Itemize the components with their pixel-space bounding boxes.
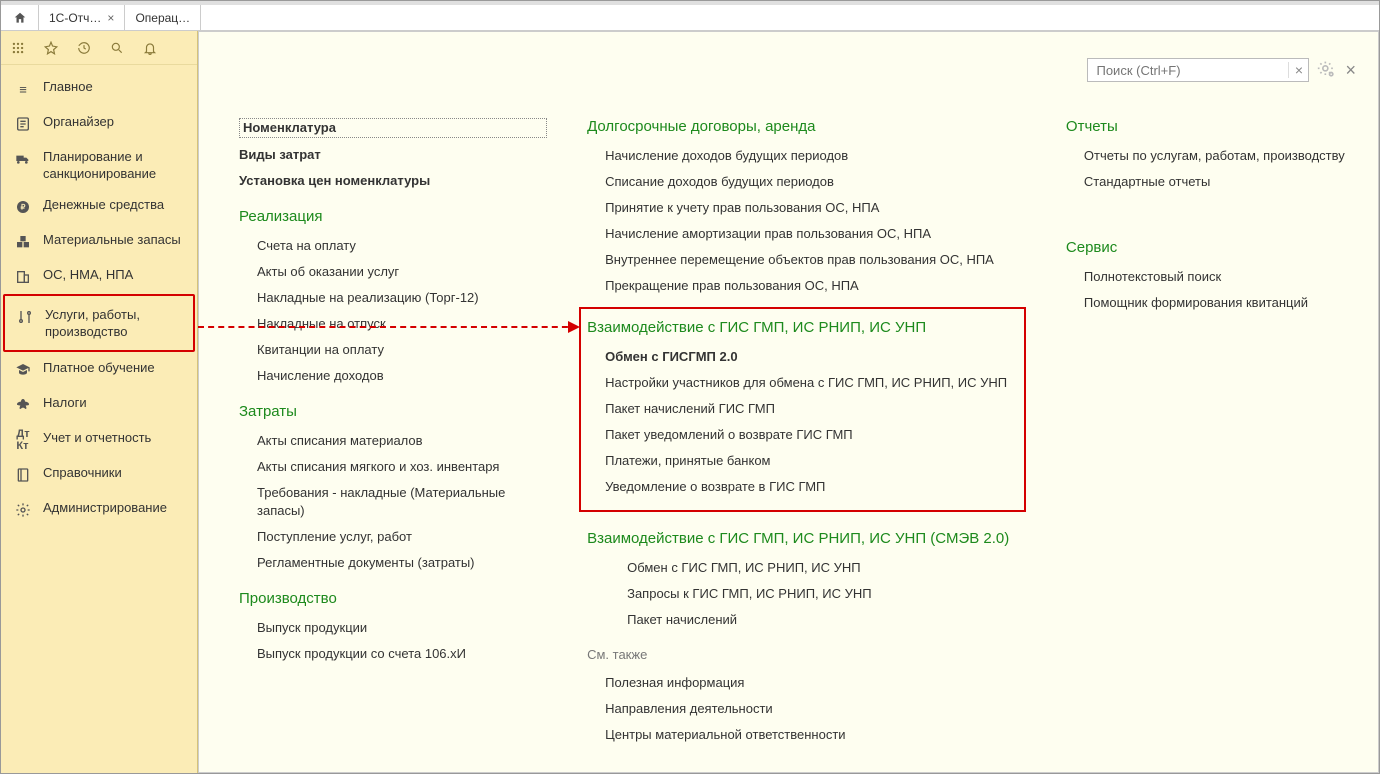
tab-bar: 1С-Отч… × Операц…: [1, 5, 1379, 31]
link-item[interactable]: Полезная информация: [605, 674, 1026, 692]
link-item[interactable]: Пакет уведомлений о возврате ГИС ГМП: [605, 426, 1010, 444]
nav-taxes[interactable]: Налоги: [1, 387, 197, 422]
link-item[interactable]: Накладные на отпуск: [257, 315, 547, 333]
section-costs[interactable]: Затраты: [239, 403, 547, 420]
link-item[interactable]: Платежи, принятые банком: [605, 452, 1010, 470]
link-set-prices[interactable]: Установка цен номенклатуры: [239, 172, 547, 190]
link-item[interactable]: Отчеты по услугам, работам, производству: [1084, 147, 1346, 165]
link-item[interactable]: Выпуск продукции: [257, 619, 547, 637]
search-icon[interactable]: [100, 31, 133, 65]
annotation-arrow: [198, 326, 578, 328]
ruble-icon: ₽: [13, 197, 33, 217]
gear-icon: [13, 500, 33, 520]
link-item[interactable]: Внутреннее перемещение объектов прав пол…: [605, 251, 1026, 269]
section-realization[interactable]: Реализация: [239, 208, 547, 225]
nav-services[interactable]: Услуги, работы, производство: [3, 294, 195, 352]
menu-icon: ≡: [13, 79, 33, 99]
link-item[interactable]: Регламентные документы (затраты): [257, 554, 547, 572]
sliders-icon: [15, 307, 35, 327]
tab-2[interactable]: Операц…: [125, 5, 201, 30]
bell-icon[interactable]: [133, 31, 166, 65]
link-item[interactable]: Обмен с ГИС ГМП, ИС РНИП, ИС УНП: [627, 559, 1026, 577]
close-icon[interactable]: ×: [107, 11, 114, 25]
nav-list: ≡Главное Органайзер Планирование и санкц…: [1, 65, 197, 533]
nav-os[interactable]: ОС, НМА, НПА: [1, 259, 197, 294]
svg-text:₽: ₽: [21, 203, 26, 212]
link-item[interactable]: Центры материальной ответственности: [605, 726, 1026, 744]
home-icon: [13, 11, 27, 25]
link-item[interactable]: Настройки участников для обмена с ГИС ГМ…: [605, 374, 1010, 392]
grid-icon[interactable]: [1, 31, 34, 65]
link-item[interactable]: Накладные на реализацию (Торг-12): [257, 289, 547, 307]
link-item[interactable]: Акты списания материалов: [257, 432, 547, 450]
nav-accounting[interactable]: ДтКтУчет и отчетность: [1, 422, 197, 457]
home-tab[interactable]: [1, 5, 39, 30]
history-icon[interactable]: [67, 31, 100, 65]
link-item[interactable]: Полнотекстовый поиск: [1084, 268, 1346, 286]
section-long-contracts[interactable]: Долгосрочные договоры, аренда: [587, 118, 1026, 135]
link-item[interactable]: Акты об оказании услуг: [257, 263, 547, 281]
link-item[interactable]: Направления деятельности: [605, 700, 1026, 718]
tab-1[interactable]: 1С-Отч… ×: [39, 5, 125, 30]
section-smev[interactable]: Взаимодействие с ГИС ГМП, ИС РНИП, ИС УН…: [587, 530, 1026, 547]
link-item[interactable]: Начисление амортизации прав пользования …: [605, 225, 1026, 243]
section-gis[interactable]: Взаимодействие с ГИС ГМП, ИС РНИП, ИС УН…: [587, 319, 1010, 336]
nav-admin[interactable]: Администрирование: [1, 492, 197, 527]
see-also-label: См. также: [587, 647, 1026, 662]
link-item[interactable]: Требования - накладные (Материальные зап…: [257, 484, 547, 520]
nav-paid-edu[interactable]: Платное обучение: [1, 352, 197, 387]
report-icon: ДтКт: [13, 430, 33, 450]
highlighted-gis-block: Взаимодействие с ГИС ГМП, ИС РНИП, ИС УН…: [579, 307, 1026, 512]
eagle-icon: [13, 395, 33, 415]
link-cost-kinds[interactable]: Виды затрат: [239, 146, 547, 164]
link-item[interactable]: Пакет начислений: [627, 611, 1026, 629]
link-item[interactable]: Счета на оплату: [257, 237, 547, 255]
book-icon: [13, 465, 33, 485]
nav-planning[interactable]: Планирование и санкционирование: [1, 141, 197, 189]
link-item[interactable]: Акты списания мягкого и хоз. инвентаря: [257, 458, 547, 476]
link-item[interactable]: Обмен с ГИСГМП 2.0: [605, 348, 1010, 366]
link-item[interactable]: Помощник формирования квитанций: [1084, 294, 1346, 312]
boxes-icon: [13, 232, 33, 252]
link-item[interactable]: Квитанции на оплату: [257, 341, 547, 359]
link-item[interactable]: Уведомление о возврате в ГИС ГМП: [605, 478, 1010, 496]
link-item[interactable]: Поступление услуг, работ: [257, 528, 547, 546]
link-item[interactable]: Стандартные отчеты: [1084, 173, 1346, 191]
nav-main[interactable]: ≡Главное: [1, 71, 197, 106]
building-icon: [13, 267, 33, 287]
note-icon: [13, 114, 33, 134]
link-item[interactable]: Запросы к ГИС ГМП, ИС РНИП, ИС УНП: [627, 585, 1026, 603]
link-item[interactable]: Начисление доходов: [257, 367, 547, 385]
star-icon[interactable]: [34, 31, 67, 65]
nav-stocks[interactable]: Материальные запасы: [1, 224, 197, 259]
link-item[interactable]: Пакет начислений ГИС ГМП: [605, 400, 1010, 418]
main-panel: × × Номенклатура Виды затрат Установка ц…: [198, 31, 1379, 773]
link-item[interactable]: Принятие к учету прав пользования ОС, НП…: [605, 199, 1026, 217]
tab-label: Операц…: [135, 11, 190, 25]
nav-organizer[interactable]: Органайзер: [1, 106, 197, 141]
section-reports[interactable]: Отчеты: [1066, 118, 1346, 135]
quick-toolbar: [1, 31, 197, 65]
section-service[interactable]: Сервис: [1066, 239, 1346, 256]
section-production[interactable]: Производство: [239, 590, 547, 607]
link-item[interactable]: Прекращение прав пользования ОС, НПА: [605, 277, 1026, 295]
link-nomenclature[interactable]: Номенклатура: [239, 118, 547, 138]
cap-icon: [13, 360, 33, 380]
link-item[interactable]: Выпуск продукции со счета 106.хИ: [257, 645, 547, 663]
nav-refs[interactable]: Справочники: [1, 457, 197, 492]
link-item[interactable]: Списание доходов будущих периодов: [605, 173, 1026, 191]
link-item[interactable]: Начисление доходов будущих периодов: [605, 147, 1026, 165]
nav-money[interactable]: ₽Денежные средства: [1, 189, 197, 224]
tab-label: 1С-Отч…: [49, 11, 101, 25]
truck-icon: [13, 149, 33, 169]
